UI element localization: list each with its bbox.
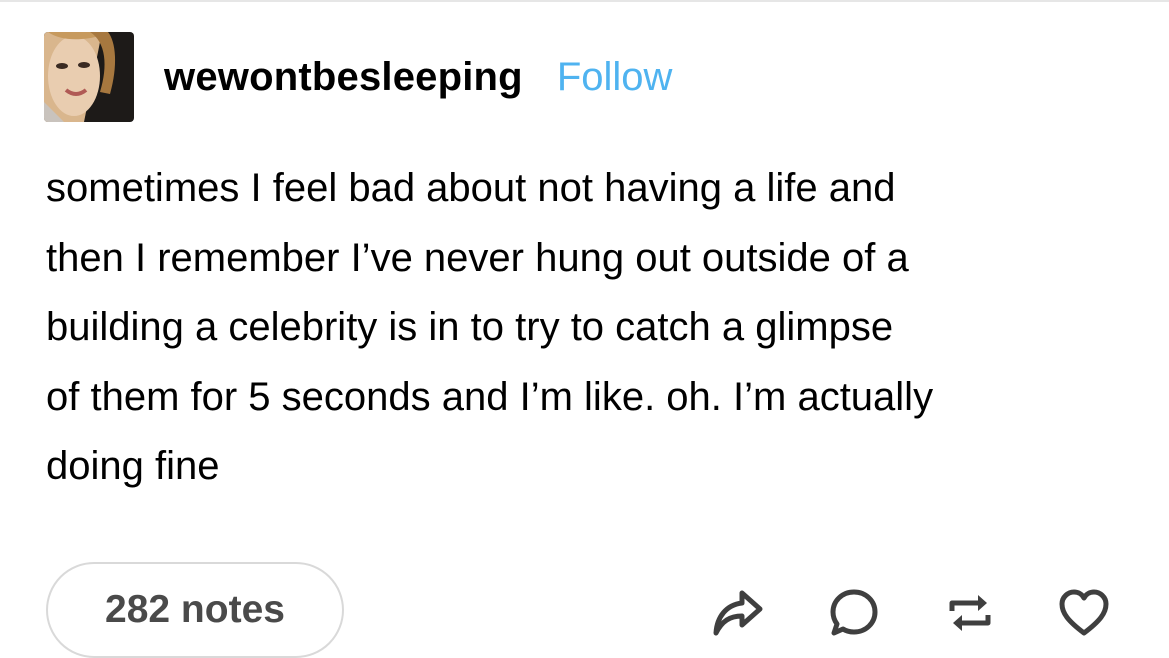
post-body: sometimes I feel bad about not having a … [46, 154, 1136, 502]
post-username[interactable]: wewontbesleeping [164, 55, 523, 100]
post-body-line: sometimes I feel bad about not having a … [46, 166, 896, 210]
post-actions [0, 585, 1169, 641]
post-body-line: doing fine [46, 444, 220, 488]
top-divider [0, 0, 1169, 2]
post-header: wewontbesleeping Follow [44, 32, 672, 122]
share-button[interactable] [710, 585, 766, 641]
reply-button[interactable] [826, 585, 882, 641]
post-body-line: building a celebrity is in to try to cat… [46, 305, 894, 349]
heart-icon [1059, 589, 1109, 636]
reblog-icon [949, 595, 991, 631]
post-body-line: of them for 5 seconds and I’m like. oh. … [46, 374, 934, 419]
reblog-button[interactable] [942, 585, 998, 641]
avatar[interactable] [44, 32, 134, 122]
like-button[interactable] [1056, 585, 1112, 641]
post-body-line: then I remember I’ve never hung out outs… [46, 235, 909, 280]
share-icon [713, 590, 763, 636]
reply-icon [830, 589, 878, 636]
follow-button[interactable]: Follow [557, 55, 673, 100]
